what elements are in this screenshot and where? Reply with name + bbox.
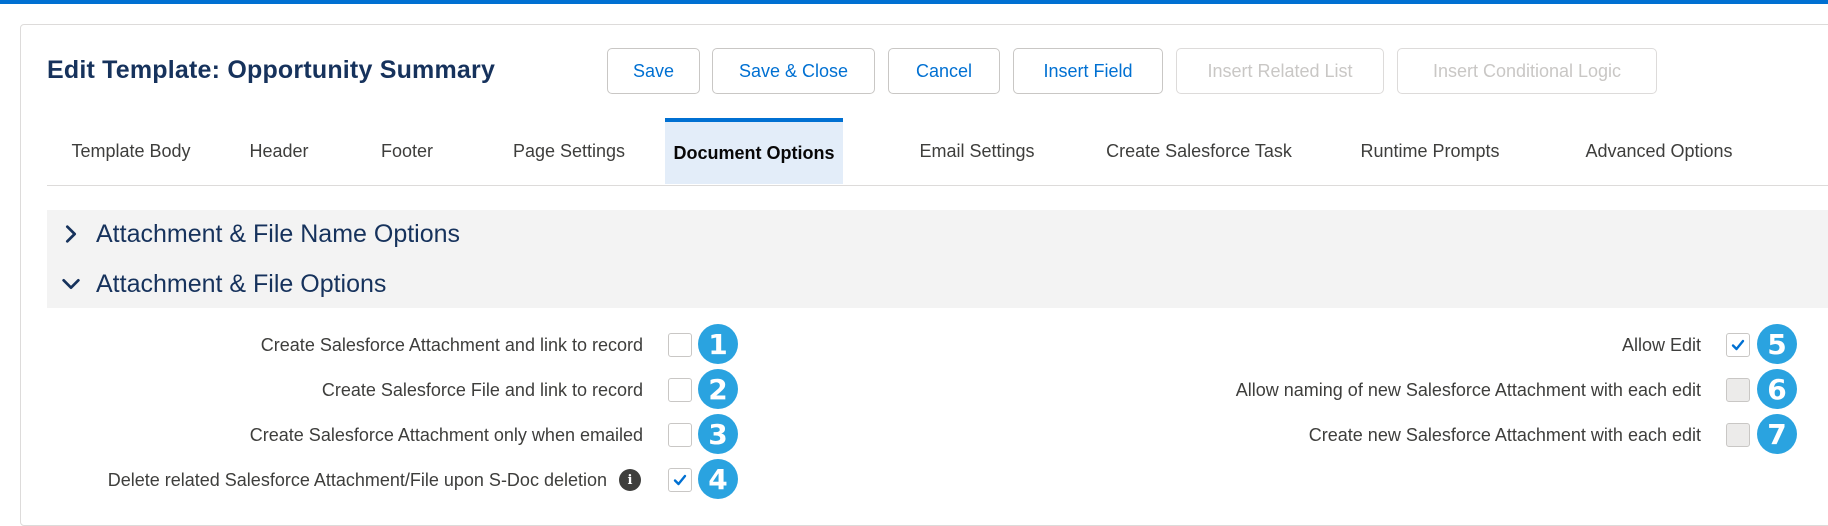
top-accent-bar	[0, 0, 1828, 4]
tab-bar: Template Body Header Footer Page Setting…	[47, 118, 1828, 186]
insert-field-button[interactable]: Insert Field	[1013, 48, 1163, 94]
save-button[interactable]: Save	[607, 48, 700, 94]
option-label-create-attachment: Create Salesforce Attachment and link to…	[260, 335, 643, 355]
callout-badge-7: 7	[1757, 414, 1797, 454]
checkbox-new-attachment-each-edit[interactable]	[1726, 423, 1750, 447]
tab-email-settings[interactable]: Email Settings	[906, 118, 1048, 184]
insert-conditional-logic-button[interactable]: Insert Conditional Logic	[1397, 48, 1657, 94]
section-file-name-options-label: Attachment & File Name Options	[96, 219, 461, 248]
checkbox-delete-on-sdoc-deletion[interactable]	[668, 468, 692, 492]
checkbox-create-attachment[interactable]	[668, 333, 692, 357]
chevron-right-icon	[65, 225, 77, 243]
option-label-allow-naming: Allow naming of new Salesforce Attachmen…	[1235, 380, 1701, 400]
option-label-delete-on-sdoc-deletion: Delete related Salesforce Attachment/Fil…	[107, 470, 607, 490]
page-title: Edit Template: Opportunity Summary	[47, 56, 496, 84]
callout-badge-6: 6	[1757, 369, 1797, 409]
option-label-allow-edit: Allow Edit	[1621, 335, 1701, 355]
callout-badge-3: 3	[698, 414, 738, 454]
checkbox-create-file[interactable]	[668, 378, 692, 402]
checkmark-icon	[673, 474, 687, 486]
option-label-new-attachment-each-edit: Create new Salesforce Attachment with ea…	[1308, 425, 1701, 445]
callout-badge-4: 4	[698, 459, 738, 499]
tab-create-salesforce-task[interactable]: Create Salesforce Task	[1101, 118, 1297, 184]
tab-runtime-prompts[interactable]: Runtime Prompts	[1353, 118, 1507, 184]
callout-badge-2: 2	[698, 369, 738, 409]
section-file-name-options[interactable]: Attachment & File Name Options	[60, 217, 460, 251]
tab-document-options[interactable]: Document Options	[665, 118, 843, 184]
chevron-down-icon	[62, 278, 80, 290]
checkmark-icon	[1731, 339, 1745, 351]
cancel-button[interactable]: Cancel	[888, 48, 1000, 94]
checkbox-attachment-when-emailed[interactable]	[668, 423, 692, 447]
info-icon[interactable]: i	[619, 469, 641, 491]
callout-badge-1: 1	[698, 324, 738, 364]
callout-badge-5: 5	[1757, 324, 1797, 364]
tab-advanced-options[interactable]: Advanced Options	[1571, 118, 1747, 184]
tab-header[interactable]: Header	[229, 118, 329, 184]
option-label-attachment-when-emailed: Create Salesforce Attachment only when e…	[249, 425, 643, 445]
save-close-button[interactable]: Save & Close	[712, 48, 875, 94]
tab-page-settings[interactable]: Page Settings	[493, 118, 645, 184]
insert-related-list-button[interactable]: Insert Related List	[1176, 48, 1384, 94]
option-label-create-file: Create Salesforce File and link to recor…	[321, 380, 643, 400]
tab-template-body[interactable]: Template Body	[47, 118, 215, 184]
checkbox-allow-edit[interactable]	[1726, 333, 1750, 357]
tab-footer[interactable]: Footer	[363, 118, 451, 184]
section-file-options-label: Attachment & File Options	[96, 269, 387, 298]
section-file-options[interactable]: Attachment & File Options	[60, 267, 386, 301]
checkbox-allow-naming[interactable]	[1726, 378, 1750, 402]
